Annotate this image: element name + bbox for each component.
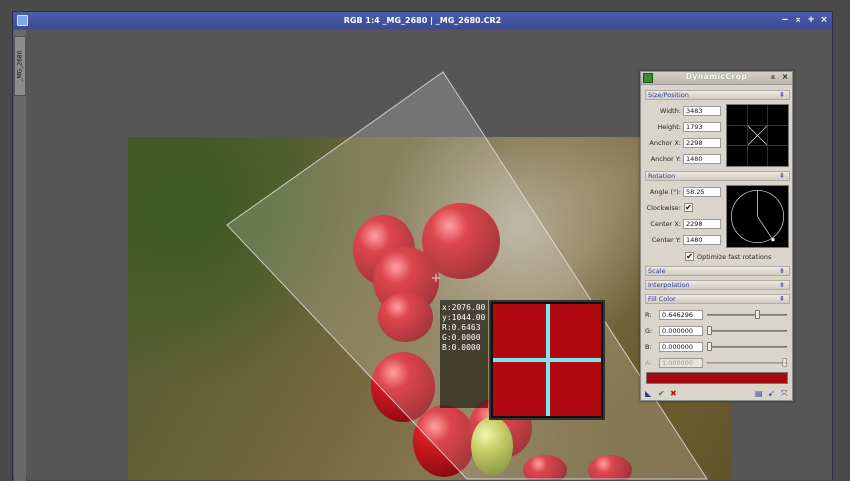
- b-slider-thumb[interactable]: [707, 342, 712, 351]
- width-label: Width:: [659, 107, 681, 115]
- g-label: G:: [645, 327, 653, 335]
- section-title: Size/Position: [648, 91, 689, 99]
- r-field[interactable]: 0.646296: [659, 310, 703, 320]
- panel-shade-icon[interactable]: ⌅: [770, 72, 777, 81]
- panel-titlebar[interactable]: DynamicCrop ⌅ ×: [641, 72, 792, 85]
- fill-color-section[interactable]: Fill Color ⇞: [645, 294, 790, 304]
- readout-b: B:0.0000: [442, 343, 481, 352]
- rotation-dial[interactable]: [726, 185, 789, 248]
- g-field[interactable]: 0.000000: [659, 326, 703, 336]
- section-title: Rotation: [648, 172, 676, 180]
- center-y-field[interactable]: 1480: [683, 235, 721, 245]
- cursor-readout: x:2076.00 y:1044.00 R:0.6463 G:0.0000 B:…: [440, 300, 488, 408]
- section-title: Scale: [648, 267, 666, 275]
- readout-x: x:2076.00: [442, 303, 486, 312]
- cancel-icon[interactable]: ✖: [670, 389, 677, 398]
- clockwise-checkbox[interactable]: ✔: [684, 203, 693, 212]
- r-slider-thumb[interactable]: [755, 310, 761, 319]
- interpolation-section[interactable]: Interpolation ⇟: [645, 280, 790, 290]
- a-slider-track: [707, 362, 787, 364]
- collapse-icon[interactable]: ⇞: [779, 91, 785, 99]
- apply-icon[interactable]: ✔: [658, 389, 665, 398]
- center-x-label: Center X:: [650, 220, 681, 228]
- anchor-x-label: Anchor X:: [649, 139, 681, 147]
- center-x-field[interactable]: 2298: [683, 219, 721, 229]
- window-title: RGB 1:4 _MG_2680 | _MG_2680.CR2: [343, 16, 502, 25]
- b-field[interactable]: 0.000000: [659, 342, 703, 352]
- r-slider-track[interactable]: [707, 314, 787, 316]
- image-window-titlebar[interactable]: RGB 1:4 _MG_2680 | _MG_2680.CR2 ‒ ⌅ + ×: [13, 12, 832, 29]
- expand-icon[interactable]: ⇟: [779, 267, 785, 275]
- close-icon[interactable]: ×: [820, 12, 828, 29]
- browse-documentation-icon[interactable]: ▤: [755, 389, 763, 398]
- anchor-x-field[interactable]: 2298: [683, 138, 721, 148]
- side-tab-label: _MG_2680: [16, 50, 24, 82]
- height-field[interactable]: 1793: [683, 122, 721, 132]
- zoom-magnifier: [489, 300, 605, 420]
- reset-icon[interactable]: ⤧: [781, 389, 787, 399]
- new-instance-icon[interactable]: ◣: [645, 389, 651, 398]
- readout-g: G:0.0000: [442, 333, 481, 342]
- center-y-label: Center Y:: [651, 236, 681, 244]
- anchor-y-field[interactable]: 1480: [683, 154, 721, 164]
- section-title: Fill Color: [648, 295, 676, 303]
- a-field: 1.000000: [659, 358, 703, 368]
- image-side-tab[interactable]: _MG_2680: [14, 30, 26, 481]
- b-label: B:: [645, 343, 652, 351]
- r-label: R:: [645, 311, 652, 319]
- g-slider-track[interactable]: [707, 330, 787, 332]
- readout-r: R:0.6463: [442, 323, 481, 332]
- readout-y: y:1044.00: [442, 313, 486, 322]
- crop-process-icon[interactable]: [643, 73, 653, 83]
- angle-field[interactable]: 58.25: [683, 187, 721, 197]
- collapse-icon[interactable]: ⇞: [779, 295, 785, 303]
- angle-label: Angle (°):: [649, 188, 681, 196]
- panel-title: DynamicCrop: [685, 72, 748, 81]
- panel-bottom-toolbar: ◣ ✔ ✖ ▤ ➹ ⤧: [641, 388, 792, 401]
- g-slider-thumb[interactable]: [707, 326, 712, 335]
- cursor-horizontal-line: [493, 358, 601, 362]
- fill-color-swatch: [646, 372, 788, 384]
- maximize-icon[interactable]: +: [807, 12, 815, 29]
- section-title: Interpolation: [648, 281, 690, 289]
- scale-section[interactable]: Scale ⇟: [645, 266, 790, 276]
- track-view-icon[interactable]: ➹: [768, 389, 775, 398]
- a-label: A:: [645, 359, 652, 367]
- side-tab-label-box[interactable]: _MG_2680: [14, 36, 26, 96]
- app-icon: [17, 15, 28, 26]
- optimize-checkbox[interactable]: ✔: [685, 252, 694, 261]
- shade-icon[interactable]: ⌅: [794, 12, 802, 29]
- size-position-section[interactable]: Size/Position ⇞: [645, 90, 790, 100]
- expand-icon[interactable]: ⇟: [779, 281, 785, 289]
- a-slider-thumb: [782, 358, 787, 367]
- collapse-icon[interactable]: ⇞: [779, 172, 785, 180]
- optimize-label: Optimize fast rotations: [697, 253, 772, 261]
- panel-close-icon[interactable]: ×: [782, 72, 789, 81]
- b-slider-track[interactable]: [707, 346, 787, 348]
- minimize-icon[interactable]: ‒: [781, 12, 789, 29]
- dynamic-crop-panel: DynamicCrop ⌅ × Size/Position ⇞ Width: 3…: [640, 71, 793, 401]
- size-preview[interactable]: [726, 104, 789, 167]
- height-label: Height:: [657, 123, 681, 131]
- clockwise-label: Clockwise:: [646, 204, 681, 212]
- width-field[interactable]: 3483: [683, 106, 721, 116]
- rotation-section[interactable]: Rotation ⇞: [645, 171, 790, 181]
- anchor-y-label: Anchor Y:: [650, 155, 681, 163]
